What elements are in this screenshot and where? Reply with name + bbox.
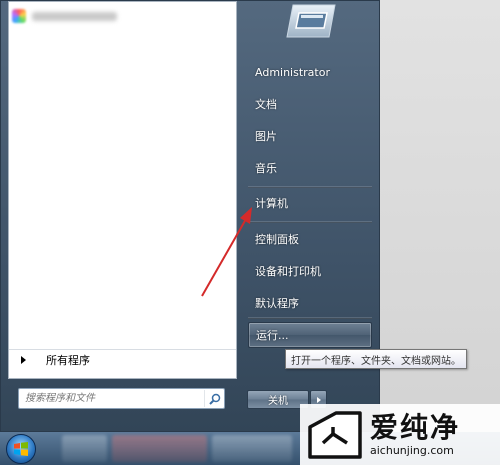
watermark-brand: 爱纯净 — [370, 411, 461, 444]
watermark-logo-icon — [308, 410, 362, 459]
separator — [248, 186, 372, 188]
pictures-label: 图片 — [255, 130, 277, 143]
app-icon — [12, 9, 26, 23]
devices-printers-label: 设备和打印机 — [255, 265, 321, 278]
computer-label: 计算机 — [255, 197, 288, 210]
taskbar-app-button[interactable] — [112, 435, 207, 462]
all-programs-label: 所有程序 — [46, 354, 90, 367]
triangle-right-icon — [316, 396, 321, 403]
pictures-item[interactable]: 图片 — [248, 123, 372, 149]
music-item[interactable]: 音乐 — [248, 155, 372, 181]
documents-item[interactable]: 文档 — [248, 91, 372, 117]
music-label: 音乐 — [255, 162, 277, 175]
triangle-right-icon — [21, 356, 26, 364]
computer-item[interactable]: 计算机 — [248, 190, 372, 216]
user-account-label: Administrator — [255, 65, 330, 79]
windows-logo-icon — [14, 442, 28, 456]
watermark: 爱纯净 aichunjing.com — [300, 404, 500, 465]
shutdown-label: 关机 — [268, 396, 288, 407]
search-icon[interactable] — [204, 390, 224, 407]
desktop-background — [378, 0, 500, 465]
separator — [248, 317, 372, 319]
taskbar-app-button[interactable] — [212, 435, 292, 462]
recent-program-label-blurred — [32, 11, 117, 21]
documents-label: 文档 — [255, 98, 277, 111]
run-item[interactable]: 运行... — [248, 322, 372, 348]
user-picture-icon — [286, 4, 336, 38]
control-panel-label: 控制面板 — [255, 233, 299, 246]
search-box[interactable] — [18, 388, 225, 409]
programs-pane: 所有程序 — [8, 1, 237, 379]
recent-program-item[interactable] — [12, 6, 232, 26]
search-input[interactable] — [19, 390, 204, 407]
watermark-url: aichunjing.com — [370, 444, 454, 457]
start-button[interactable] — [6, 434, 36, 464]
separator — [248, 221, 372, 223]
all-programs-item[interactable]: 所有程序 — [9, 349, 236, 370]
user-account-item[interactable]: Administrator — [248, 59, 372, 85]
default-programs-label: 默认程序 — [255, 297, 299, 310]
default-programs-item[interactable]: 默认程序 — [248, 290, 372, 316]
run-label: 运行... — [256, 329, 289, 342]
run-tooltip: 打开一个程序、文件夹、文档或网站。 — [285, 349, 467, 369]
devices-printers-item[interactable]: 设备和打印机 — [248, 258, 372, 284]
tooltip-text: 打开一个程序、文件夹、文档或网站。 — [291, 355, 461, 367]
control-panel-item[interactable]: 控制面板 — [248, 226, 372, 252]
taskbar-app-button[interactable] — [62, 435, 107, 462]
